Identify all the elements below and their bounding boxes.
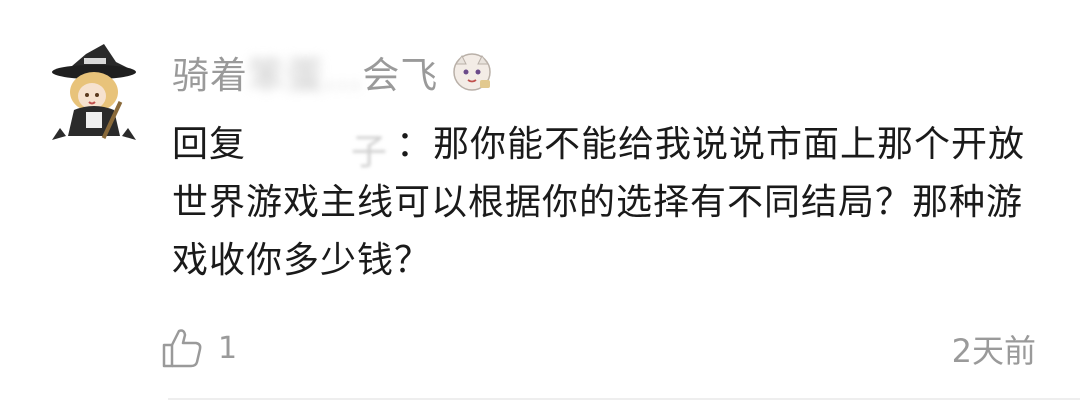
avatar[interactable] bbox=[46, 40, 142, 144]
action-bar: 1 bbox=[160, 320, 237, 376]
timestamp: 2天前 bbox=[951, 332, 1036, 370]
chibi-character-emote-icon bbox=[450, 50, 494, 94]
comment-item: 骑着笨蛋...会飞 回复子：那你能不能给我说说市面上那个开放世界游戏主线可以根据… bbox=[0, 0, 1080, 406]
reply-target-redacted[interactable]: 子 bbox=[246, 126, 396, 173]
like-count: 1 bbox=[218, 330, 238, 366]
divider bbox=[168, 398, 1080, 400]
comment-body: 回复子：那你能不能给我说说市面上那个开放世界游戏主线可以根据你的选择有不同结局？… bbox=[172, 124, 1026, 281]
username[interactable]: 骑着笨蛋...会飞 bbox=[172, 45, 438, 99]
reply-prefix: 回复 bbox=[172, 124, 247, 165]
thumbs-up-icon[interactable] bbox=[160, 326, 204, 370]
username-obscured: 笨蛋... bbox=[248, 54, 363, 97]
username-row: 骑着笨蛋...会飞 bbox=[172, 44, 494, 100]
